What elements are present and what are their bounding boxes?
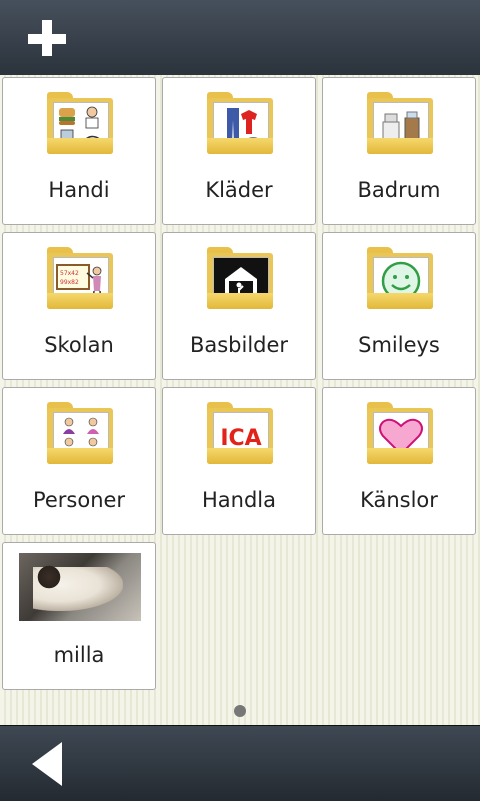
tile-label: milla [53,643,105,667]
svg-text:99x82: 99x82 [60,279,79,286]
handi-folder-icon [47,92,113,154]
folder-grid: Handi Kläder Badrum 57x42 99x82 Skolan B… [0,75,480,725]
tile-label: Kläder [205,178,273,202]
svg-text:57x42: 57x42 [60,270,79,277]
tile-label: Handla [201,488,276,512]
people-folder-icon [47,402,113,464]
tile-label: Basbilder [189,333,289,357]
bottom-navigation-bar [0,725,480,801]
tile-skolan[interactable]: 57x42 99x82 Skolan [2,232,156,380]
basic-pictures-folder-icon [207,247,273,309]
tile-label: Skolan [44,333,114,357]
tile-kanslor[interactable]: Känslor [322,387,476,535]
tile-personer[interactable]: Personer [2,387,156,535]
tile-label: Smileys [358,333,440,357]
tile-label: Känslor [360,488,438,512]
back-arrow-icon[interactable] [32,742,62,786]
tile-klader[interactable]: Kläder [162,77,316,225]
tile-handi[interactable]: Handi [2,77,156,225]
tile-badrum[interactable]: Badrum [322,77,476,225]
top-toolbar [0,0,480,76]
shopping-folder-icon: ICA [207,402,273,464]
plus-icon[interactable] [26,18,68,60]
school-folder-icon: 57x42 99x82 [47,247,113,309]
tile-smileys[interactable]: Smileys [322,232,476,380]
tile-milla[interactable]: milla [2,542,156,690]
tile-label: Handi [48,178,110,202]
feelings-folder-icon [367,402,433,464]
page-indicator [234,705,246,717]
smiley-folder-icon [367,247,433,309]
bathroom-folder-icon [367,92,433,154]
tile-handla[interactable]: ICA Handla [162,387,316,535]
tile-label: Badrum [357,178,441,202]
tile-basbilder[interactable]: Basbilder [162,232,316,380]
cat-photo [19,553,141,621]
tile-label: Personer [32,488,126,512]
clothes-folder-icon [207,92,273,154]
